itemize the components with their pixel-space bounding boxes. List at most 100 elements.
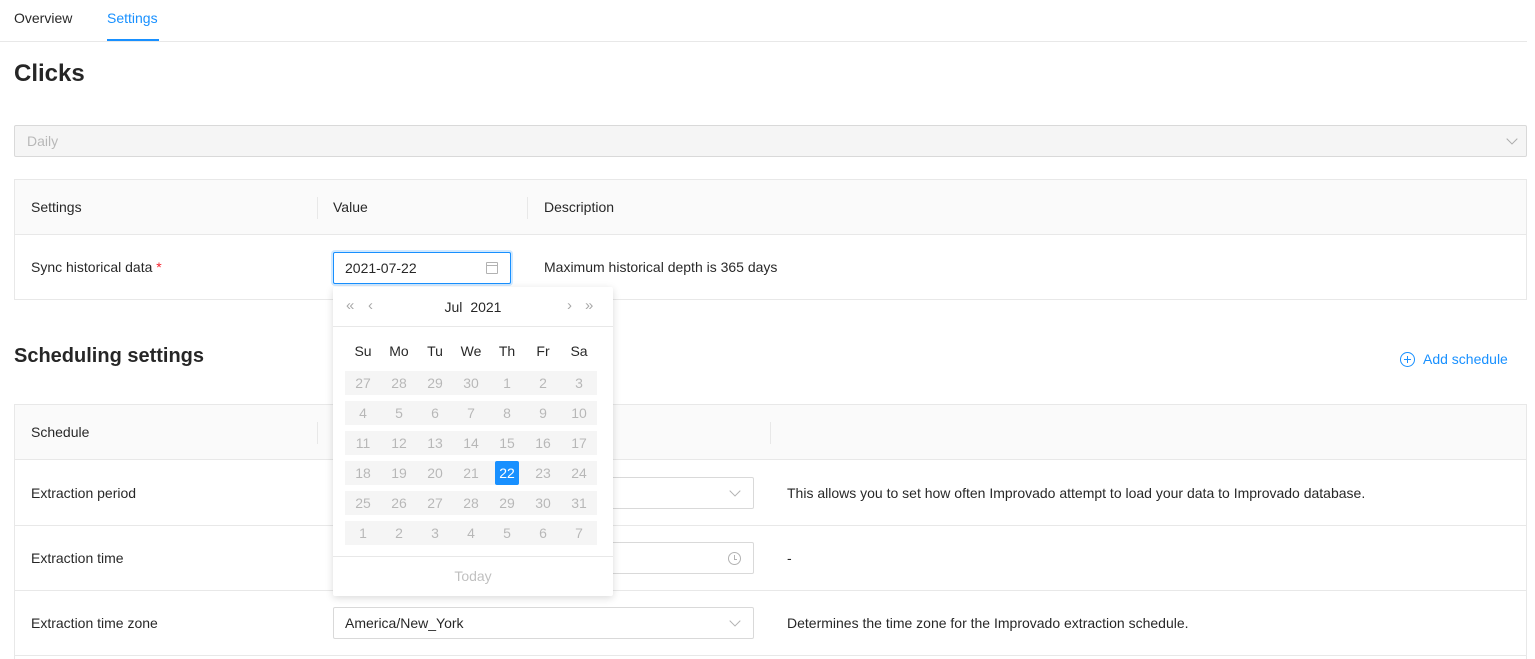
calendar-day[interactable]: 28 xyxy=(453,491,489,515)
calendar-day[interactable]: 25 xyxy=(345,491,381,515)
table-row: Extraction period This allows you to set… xyxy=(15,461,1526,526)
calendar-day[interactable]: 1 xyxy=(489,371,525,395)
active-tab-indicator xyxy=(107,39,159,41)
weekday-label: Sa xyxy=(570,343,588,359)
next-year-icon[interactable]: » xyxy=(585,298,593,314)
page-title: Clicks xyxy=(14,60,85,87)
chevron-down-icon xyxy=(729,615,741,627)
schedule-label: Extraction time xyxy=(31,550,124,566)
calendar-day[interactable]: 21 xyxy=(453,461,489,485)
date-picker-popup: « ‹ Jul 2021 › » Su Mo Tu We Th Fr Sa 27 28 29 30… xyxy=(333,287,613,596)
table-row: Extraction time zone America/New_York De… xyxy=(15,591,1526,656)
calendar-day[interactable]: 24 xyxy=(561,461,597,485)
header-value: Value xyxy=(333,199,368,215)
calendar-day[interactable]: 29 xyxy=(489,491,525,515)
add-schedule-button[interactable]: Add schedule xyxy=(1400,351,1508,367)
chevron-down-icon xyxy=(1506,133,1518,145)
schedule-description: Determines the time zone for the Improva… xyxy=(787,615,1189,631)
settings-table: Settings Value Description Sync historic… xyxy=(14,179,1527,300)
calendar-day[interactable]: 16 xyxy=(525,431,561,455)
calendar-day[interactable]: 31 xyxy=(561,491,597,515)
column-divider xyxy=(317,422,318,444)
calendar-day[interactable]: 15 xyxy=(489,431,525,455)
calendar-day[interactable]: 17 xyxy=(561,431,597,455)
schedule-label: Extraction time zone xyxy=(31,615,158,631)
weekday-label: Mo xyxy=(389,343,409,359)
calendar-day[interactable]: 29 xyxy=(417,371,453,395)
schedule-table-header: Schedule xyxy=(15,405,1526,460)
calendar-day[interactable]: 27 xyxy=(345,371,381,395)
calendar-day[interactable]: 12 xyxy=(381,431,417,455)
calendar-day[interactable]: 14 xyxy=(453,431,489,455)
calendar-day[interactable]: 19 xyxy=(381,461,417,485)
calendar-day[interactable]: 27 xyxy=(417,491,453,515)
table-row: Extraction time - xyxy=(15,526,1526,591)
calendar-day[interactable]: 28 xyxy=(381,371,417,395)
calendar-day[interactable]: 7 xyxy=(561,521,597,545)
frequency-select-value: Daily xyxy=(27,133,59,149)
timezone-select[interactable]: America/New_York xyxy=(333,607,754,639)
weekday-label: Th xyxy=(498,343,516,359)
calendar-day[interactable]: 4 xyxy=(345,401,381,425)
calendar-day[interactable]: 8 xyxy=(489,401,525,425)
clock-icon xyxy=(728,552,741,565)
calendar-day[interactable]: 5 xyxy=(489,521,525,545)
header-settings: Settings xyxy=(31,199,82,215)
timezone-value: America/New_York xyxy=(345,615,464,631)
day-grid: 27 28 29 30 1 2 3 4 5 6 7 8 9 10 11 12 13 14 15 16 17 18 19 20 2… xyxy=(345,371,597,551)
calendar-day[interactable]: 3 xyxy=(561,371,597,395)
year-select[interactable]: 2021 xyxy=(470,299,501,315)
chevron-down-icon xyxy=(729,485,741,497)
weekday-label: Tu xyxy=(427,343,443,359)
schedule-description: - xyxy=(787,550,792,566)
tab-bar: Overview Settings xyxy=(0,0,1527,42)
calendar-day[interactable]: 10 xyxy=(561,401,597,425)
weekday-row: Su Mo Tu We Th Fr Sa xyxy=(345,343,597,361)
column-divider xyxy=(770,422,771,444)
calendar-day[interactable]: 5 xyxy=(381,401,417,425)
column-divider xyxy=(317,197,318,219)
settings-table-header: Settings Value Description xyxy=(15,180,1526,235)
calendar-day[interactable]: 23 xyxy=(525,461,561,485)
calendar-day[interactable]: 30 xyxy=(525,491,561,515)
weekday-label: We xyxy=(460,343,482,359)
date-picker-header: « ‹ Jul 2021 › » xyxy=(333,287,613,327)
month-select[interactable]: Jul xyxy=(445,299,463,315)
today-button[interactable]: Today xyxy=(333,556,613,596)
tab-overview[interactable]: Overview xyxy=(14,10,72,26)
column-divider xyxy=(527,197,528,219)
calendar-day[interactable]: 4 xyxy=(453,521,489,545)
setting-label: Sync historical data * xyxy=(31,259,162,275)
header-schedule: Schedule xyxy=(31,424,90,440)
calendar-day[interactable]: 20 xyxy=(417,461,453,485)
setting-description: Maximum historical depth is 365 days xyxy=(544,259,778,275)
historical-date-input[interactable]: 2021-07-22 xyxy=(333,252,511,284)
section-title: Scheduling settings xyxy=(14,345,205,367)
calendar-day[interactable]: 6 xyxy=(417,401,453,425)
calendar-day[interactable]: 3 xyxy=(417,521,453,545)
header-description: Description xyxy=(544,199,615,215)
calendar-day[interactable]: 30 xyxy=(453,371,489,395)
calendar-day-selected[interactable]: 22 xyxy=(489,461,525,485)
schedule-label: Extraction period xyxy=(31,485,137,501)
calendar-icon[interactable] xyxy=(486,262,498,274)
tab-settings[interactable]: Settings xyxy=(107,10,158,26)
calendar-day[interactable]: 18 xyxy=(345,461,381,485)
frequency-select: Daily xyxy=(14,125,1527,157)
calendar-day[interactable]: 2 xyxy=(525,371,561,395)
schedule-description: This allows you to set how often Improva… xyxy=(787,485,1366,501)
required-mark: * xyxy=(156,259,162,275)
next-month-icon[interactable]: › xyxy=(567,298,572,314)
calendar-day[interactable]: 11 xyxy=(345,431,381,455)
historical-date-value: 2021-07-22 xyxy=(345,260,417,276)
plus-circle-icon xyxy=(1400,351,1415,367)
calendar-day[interactable]: 26 xyxy=(381,491,417,515)
calendar-day[interactable]: 13 xyxy=(417,431,453,455)
calendar-day[interactable]: 1 xyxy=(345,521,381,545)
calendar-day[interactable]: 6 xyxy=(525,521,561,545)
calendar-day[interactable]: 7 xyxy=(453,401,489,425)
schedule-table: Schedule Extraction period This allows y… xyxy=(14,404,1527,659)
calendar-day[interactable]: 2 xyxy=(381,521,417,545)
calendar-day[interactable]: 9 xyxy=(525,401,561,425)
add-schedule-label: Add schedule xyxy=(1423,351,1508,367)
